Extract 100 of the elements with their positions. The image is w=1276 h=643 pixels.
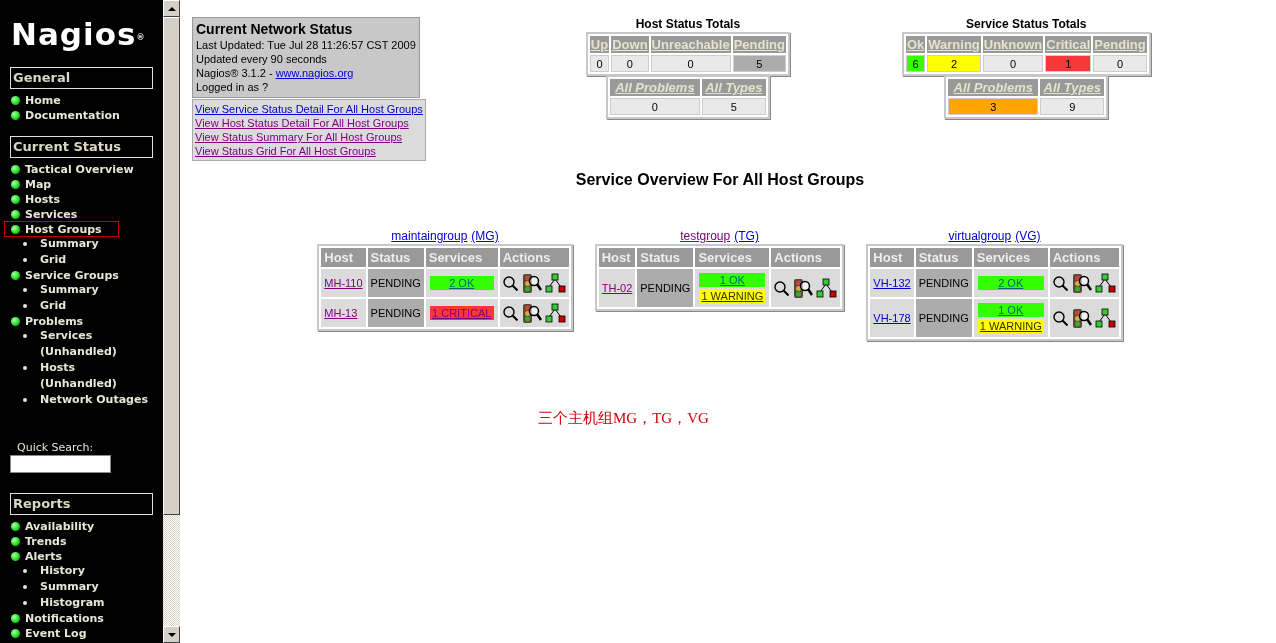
bullet-icon [23, 585, 27, 589]
info-text: Updated every 90 seconds [196, 52, 328, 66]
total-cell: 2 [927, 55, 981, 72]
quick-search-label: Quick Search: [17, 441, 95, 454]
status-cell: PENDING [367, 299, 424, 327]
nav-link[interactable]: History [23, 563, 158, 579]
traffic-light-icon[interactable] [520, 302, 542, 324]
status-cell: PENDING [915, 269, 972, 297]
service-count-link[interactable]: 2 OK [977, 276, 1044, 290]
nav-link[interactable]: Alerts [4, 548, 119, 564]
traffic-light-icon[interactable] [792, 277, 814, 299]
nav-link[interactable]: Services [4, 206, 119, 222]
network-tree-icon[interactable] [816, 278, 838, 298]
nav-link[interactable]: Grid [23, 298, 158, 314]
arrow-up-icon [167, 6, 176, 11]
status-cell: PENDING [637, 269, 694, 307]
service-count-link[interactable]: 1 WARNING [699, 289, 766, 303]
nav-link[interactable]: Grid [23, 252, 158, 268]
nav-link[interactable]: Hosts [4, 191, 119, 207]
total-cell: 0 [589, 55, 610, 72]
totals-title: Host Status Totals [635, 17, 741, 31]
nav-link[interactable]: Tactical Overview [4, 161, 137, 177]
column-header: Services [973, 248, 1048, 267]
nav-link[interactable]: Network Outages [23, 392, 158, 408]
scroll-up-button[interactable] [163, 0, 180, 17]
bullet-icon [23, 288, 27, 292]
search-icon[interactable] [502, 275, 518, 291]
annotation-text: 三个主机组MG，TG，VG [538, 409, 709, 428]
nav-link[interactable]: Host Groups [4, 221, 119, 237]
total-cell: 0 [1093, 55, 1147, 72]
nav-link[interactable]: Problems [4, 313, 119, 329]
service-count-link[interactable]: 1 WARNING [977, 319, 1044, 333]
nav-link[interactable]: Trends [4, 533, 119, 549]
network-tree-icon[interactable] [1094, 308, 1116, 328]
nav-link[interactable]: Map [4, 176, 119, 192]
search-icon[interactable] [1052, 310, 1068, 326]
column-header: Services [425, 248, 498, 267]
group-link[interactable]: testgroup [680, 229, 731, 243]
scrollbar-thumb[interactable] [163, 17, 180, 515]
search-field[interactable] [10, 455, 111, 473]
view-link[interactable]: View Status Summary For All Host Groups [195, 130, 423, 144]
bullet-icon [23, 334, 27, 338]
nav-link[interactable]: Hosts (Unhandled) [23, 360, 158, 392]
traffic-light-icon[interactable] [1070, 307, 1092, 329]
column-header: Actions [771, 248, 841, 267]
ball-icon [11, 317, 20, 326]
column-header: Actions [499, 248, 569, 267]
view-link[interactable]: View Status Grid For All Host Groups [195, 144, 423, 158]
group-alias-link[interactable]: (VG) [1015, 229, 1041, 243]
total-cell: 0 [650, 55, 731, 72]
bullet-icon [23, 242, 27, 246]
nav-link[interactable]: Availability [4, 518, 119, 534]
group-link[interactable]: maintaingroup [391, 229, 468, 243]
column-header: Services [695, 248, 770, 267]
bullet-icon [23, 398, 27, 402]
network-tree-icon[interactable] [544, 303, 566, 323]
search-icon[interactable] [502, 305, 518, 321]
total-cell: 9 [1040, 98, 1105, 115]
view-link[interactable]: View Host Status Detail For All Host Groups [195, 116, 423, 130]
column-header: Host [321, 248, 366, 267]
network-tree-icon[interactable] [544, 273, 566, 293]
view-link[interactable]: View Service Status Detail For All Host Groups [195, 102, 423, 116]
info-text: Last Updated: Tue Jul 28 11:26:57 CST 2009 [196, 38, 416, 52]
traffic-light-icon[interactable] [520, 272, 542, 294]
ball-icon [11, 271, 20, 280]
nav-link[interactable]: Summary [23, 579, 158, 595]
total-cell: 5 [732, 55, 786, 72]
search-icon[interactable] [1052, 275, 1068, 291]
nav-link[interactable]: Home [4, 92, 119, 108]
total-cell: 1 [1045, 55, 1092, 72]
search-icon[interactable] [774, 280, 790, 296]
total-cell: 0 [609, 98, 700, 115]
nav-link[interactable]: Service Groups [4, 267, 122, 283]
nav-link[interactable]: Services (Unhandled) [23, 328, 158, 360]
section-header: General [10, 67, 153, 89]
website-link[interactable]: www.nagios.org [275, 67, 354, 79]
version-text: Nagios® 3.1.2 - [196, 67, 273, 79]
scroll-down-button[interactable] [163, 626, 180, 643]
group-alias-link[interactable]: (TG) [734, 229, 759, 243]
nav-link[interactable]: Notifications [4, 610, 119, 626]
column-header: Status [367, 248, 424, 267]
logo[interactable]: Nagios$^{®}$ [11, 15, 146, 53]
service-count-link[interactable]: 1 OK [699, 273, 766, 287]
traffic-light-icon[interactable] [1070, 272, 1092, 294]
column-header: Host [598, 248, 636, 267]
nav-link[interactable]: Documentation [4, 107, 123, 123]
section-header: Current Status [10, 136, 153, 158]
nav-link[interactable]: Summary [23, 236, 158, 252]
service-count-link[interactable]: 2 OK [429, 276, 494, 290]
nav-link[interactable]: Histogram [23, 595, 158, 611]
bullet-icon [23, 569, 27, 573]
total-cell: 0 [982, 55, 1044, 72]
totals-title: Service Status Totals [966, 17, 1087, 31]
group-link[interactable]: virtualgroup [948, 229, 1012, 243]
service-count-link[interactable]: 1 OK [977, 303, 1044, 317]
group-alias-link[interactable]: (MG) [471, 229, 499, 243]
network-tree-icon[interactable] [1094, 273, 1116, 293]
panel-title: Current Network Status [196, 21, 354, 38]
nav-link[interactable]: Event Log [4, 625, 119, 641]
nav-link[interactable]: Summary [23, 282, 158, 298]
